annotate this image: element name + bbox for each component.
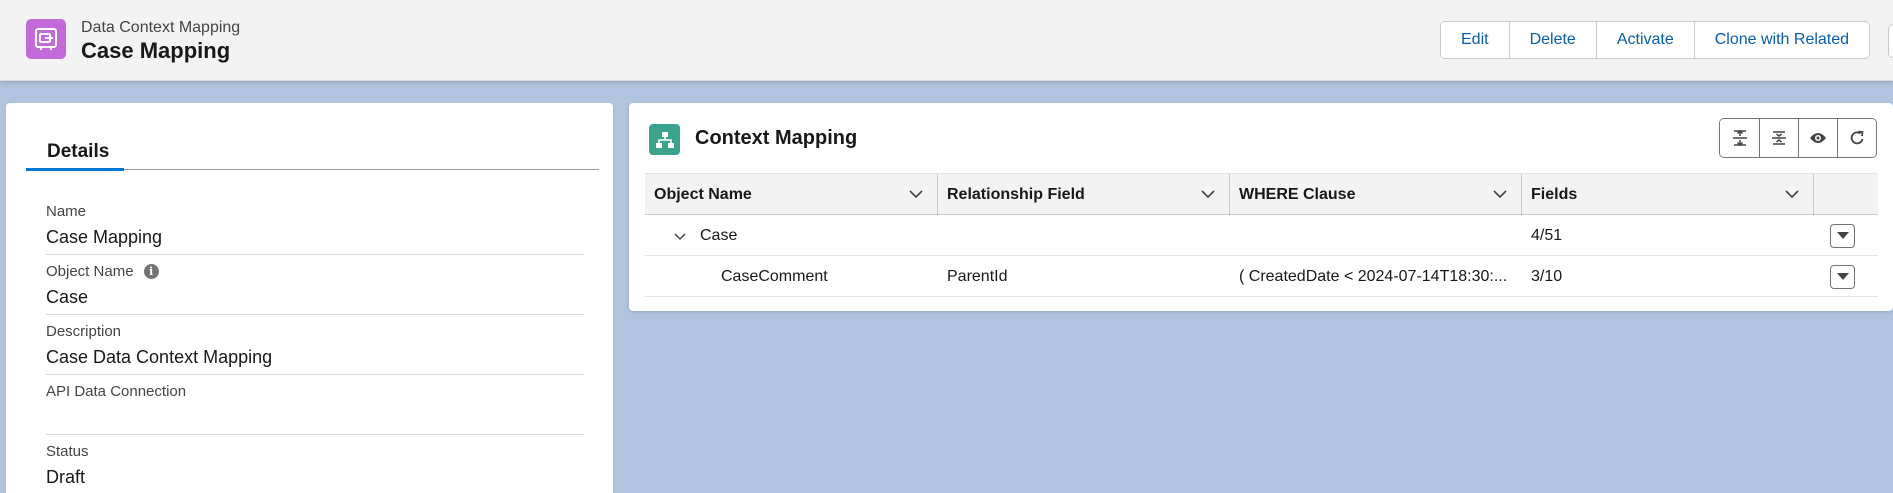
field-name: Name Case Mapping xyxy=(46,195,584,255)
field-description: Description Case Data Context Mapping xyxy=(46,315,584,375)
column-header-object-name[interactable]: Object Name xyxy=(645,174,938,216)
field-value: Case Data Context Mapping xyxy=(46,347,273,367)
column-header-where-clause[interactable]: WHERE Clause xyxy=(1230,174,1522,216)
card-toolbar xyxy=(1719,118,1877,158)
context-mapping-icon xyxy=(26,19,66,59)
chevron-down-icon[interactable] xyxy=(1785,187,1799,201)
active-tab-indicator xyxy=(26,168,124,171)
field-api-data-connection: API Data Connection xyxy=(46,375,584,435)
preview-icon[interactable] xyxy=(1798,119,1837,157)
page-title: Case Mapping xyxy=(81,38,231,63)
table-row[interactable]: Case 4/51 xyxy=(645,215,1878,256)
column-header-relationship-field[interactable]: Relationship Field xyxy=(938,174,1230,216)
overflow-menu-button[interactable] xyxy=(1888,24,1893,58)
field-value: Case Mapping xyxy=(46,227,163,247)
field-label: Object Name i xyxy=(46,263,159,280)
edit-button[interactable]: Edit xyxy=(1441,22,1509,58)
field-label: Status xyxy=(46,443,89,460)
column-label: Relationship Field xyxy=(947,186,1085,203)
field-status: Status Draft xyxy=(46,435,584,493)
table-row[interactable]: CaseComment ParentId ( CreatedDate < 202… xyxy=(645,256,1878,297)
hierarchy-icon xyxy=(649,124,680,155)
field-label: Description xyxy=(46,323,122,340)
header-actions: Edit Delete Activate Clone with Related xyxy=(1440,21,1871,59)
object-type-label: Data Context Mapping xyxy=(81,19,241,36)
cell-object-name: CaseComment xyxy=(721,267,828,285)
delete-button[interactable]: Delete xyxy=(1508,22,1596,58)
tab-bar: Details xyxy=(26,133,599,171)
field-label-text: Object Name xyxy=(46,263,134,280)
cell-relationship-field xyxy=(947,215,1227,256)
column-label: WHERE Clause xyxy=(1239,186,1356,203)
record-header: Data Context Mapping Case Mapping Edit D… xyxy=(0,0,1893,81)
caret-down-icon xyxy=(1836,232,1849,239)
cell-fields: 3/10 xyxy=(1531,267,1563,285)
row-actions-button[interactable] xyxy=(1830,224,1855,248)
field-value: Draft xyxy=(46,467,86,487)
info-icon[interactable]: i xyxy=(143,264,159,279)
cell-where-clause xyxy=(1239,215,1509,256)
cell-relationship-field: ParentId xyxy=(947,267,1008,285)
column-header-actions xyxy=(1814,174,1878,216)
row-actions-button[interactable] xyxy=(1830,265,1855,289)
cell-where-clause: ( CreatedDate < 2024-07-14T18:30:... xyxy=(1239,267,1508,285)
chevron-down-icon[interactable] xyxy=(673,229,687,243)
cell-fields: 4/51 xyxy=(1531,226,1563,244)
mapping-tree-grid: Object Name Relationship Field WHERE Cla… xyxy=(645,173,1878,297)
cell-object-name: Case xyxy=(700,226,738,244)
caret-down-icon xyxy=(1836,273,1849,280)
field-label: Name xyxy=(46,203,87,220)
activate-button[interactable]: Activate xyxy=(1595,22,1694,58)
refresh-icon[interactable] xyxy=(1837,119,1876,157)
tab-details[interactable]: Details xyxy=(26,133,130,170)
collapse-all-icon[interactable] xyxy=(1759,119,1798,157)
field-label: API Data Connection xyxy=(46,383,187,400)
column-header-fields[interactable]: Fields xyxy=(1522,174,1814,216)
chevron-down-icon[interactable] xyxy=(1201,187,1215,201)
clone-with-related-button[interactable]: Clone with Related xyxy=(1693,22,1870,58)
grid-header: Object Name Relationship Field WHERE Cla… xyxy=(645,173,1878,216)
row-toggle[interactable] xyxy=(673,215,687,256)
chevron-down-icon[interactable] xyxy=(1493,187,1507,201)
context-mapping-card: Context Mapping Object Name Relationship… xyxy=(629,103,1893,311)
field-value: Case xyxy=(46,287,89,307)
details-panel: Details Name Case Mapping Object Name i … xyxy=(6,103,613,493)
expand-all-icon[interactable] xyxy=(1720,119,1759,157)
card-title: Context Mapping xyxy=(695,127,858,149)
chevron-down-icon[interactable] xyxy=(909,187,923,201)
column-label: Fields xyxy=(1531,186,1578,203)
column-label: Object Name xyxy=(654,186,752,203)
field-object-name: Object Name i Case xyxy=(46,255,584,315)
